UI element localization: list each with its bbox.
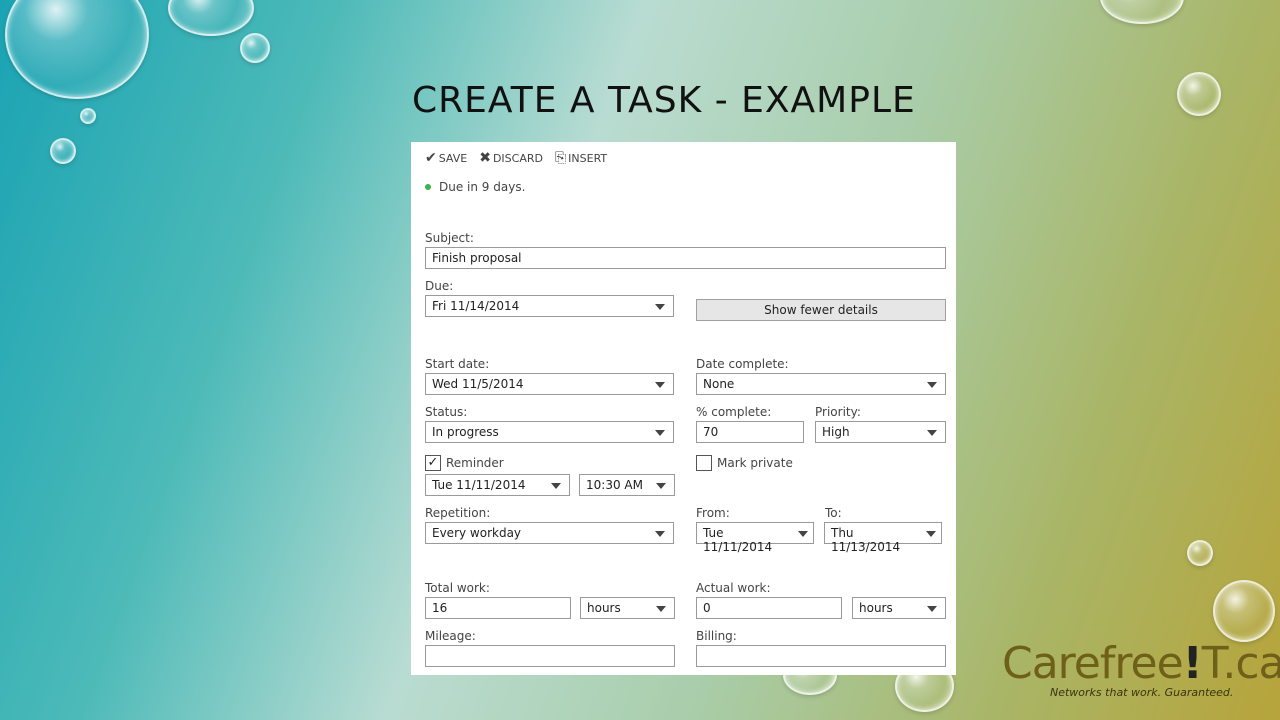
toolbar: ✔ SAVE ✖ DISCARD ⎘ INSERT [425,150,607,166]
chevron-down-icon [551,483,561,489]
total-work-unit-value: hours [587,601,621,615]
total-work-unit-select[interactable]: hours [580,597,675,619]
actual-work-unit-value: hours [859,601,893,615]
slide-title: CREATE A TASK - EXAMPLE [412,80,916,121]
start-date-value: Wed 11/5/2014 [432,377,524,391]
insert-label: INSERT [568,151,608,165]
repetition-label: Repetition: [425,506,491,520]
bubble-decoration [1187,540,1213,566]
to-label: To: [825,506,842,520]
to-date-select[interactable]: Thu 11/13/2014 [824,522,942,554]
reminder-time-select[interactable]: 10:30 AM [579,474,675,496]
chevron-down-icon [655,531,665,537]
percent-complete-label: % complete: [696,405,772,419]
x-icon: ✖ [479,150,491,166]
chevron-down-icon [655,430,665,436]
due-status-text: Due in 9 days. [439,180,526,194]
bubble-decoration [80,108,96,124]
bubble-decoration [168,0,254,36]
due-date-select[interactable]: Fri 11/14/2014 [425,295,674,317]
due-label: Due: [425,279,454,293]
reminder-date-value: Tue 11/11/2014 [432,478,526,492]
chevron-down-icon [926,531,936,537]
bubble-decoration [50,138,76,164]
start-date-label: Start date: [425,357,490,371]
priority-select[interactable]: High [815,421,946,443]
to-date-value: Thu 11/13/2014 [831,526,901,554]
date-complete-label: Date complete: [696,357,789,371]
reminder-time-value: 10:30 AM [586,478,643,492]
status-label: Status: [425,405,468,419]
actual-work-unit-select[interactable]: hours [852,597,946,619]
chevron-down-icon [656,606,666,612]
mark-private-checkbox[interactable] [696,455,712,471]
mileage-label: Mileage: [425,629,476,643]
from-date-value: Tue 11/11/2014 [703,526,773,554]
date-complete-value: None [703,377,735,391]
chevron-down-icon [655,382,665,388]
repetition-value: Every workday [432,526,522,540]
green-dot-icon [425,184,431,190]
repetition-select[interactable]: Every workday [425,522,674,544]
subject-label: Subject: [425,231,474,245]
priority-value: High [822,425,850,439]
total-work-input[interactable]: 16 [425,597,571,619]
status-select[interactable]: In progress [425,421,674,443]
checkmark-icon: ✔ [425,150,437,166]
bubble-decoration [5,0,149,99]
logo-wordmark: Carefree!T.ca [1002,638,1280,689]
save-label: SAVE [438,151,468,165]
percent-complete-input[interactable]: 70 [696,421,804,443]
show-fewer-details-button[interactable]: Show fewer details [696,299,946,321]
total-work-label: Total work: [425,581,490,595]
company-logo: Carefree!T.ca Networks that work. Guaran… [1002,638,1280,700]
chevron-down-icon [927,382,937,388]
status-value: In progress [432,425,499,439]
task-form-panel: ✔ SAVE ✖ DISCARD ⎘ INSERT Due in 9 days.… [411,142,956,675]
actual-work-input[interactable]: 0 [696,597,842,619]
chevron-down-icon [656,483,666,489]
reminder-date-select[interactable]: Tue 11/11/2014 [425,474,570,496]
bubble-decoration [1213,580,1275,642]
due-date-value: Fri 11/14/2014 [432,299,520,313]
start-date-select[interactable]: Wed 11/5/2014 [425,373,674,395]
paperclip-icon: ⎘ [554,150,567,166]
reminder-checkbox[interactable]: ✓ [425,455,441,471]
chevron-down-icon [655,304,665,310]
chevron-down-icon [927,430,937,436]
billing-label: Billing: [696,629,737,643]
billing-input[interactable] [696,645,946,667]
save-button[interactable]: ✔ SAVE [425,150,467,166]
insert-button[interactable]: ⎘ INSERT [555,150,607,166]
from-date-select[interactable]: Tue 11/11/2014 [696,522,814,554]
due-status-note: Due in 9 days. [425,180,525,194]
chevron-down-icon [798,531,808,537]
actual-work-label: Actual work: [696,581,771,595]
subject-input[interactable]: Finish proposal [425,247,946,269]
reminder-label: Reminder [446,456,504,470]
priority-label: Priority: [815,405,861,419]
checkmark-icon: ✓ [427,455,439,470]
chevron-down-icon [927,606,937,612]
from-label: From: [696,506,730,520]
mark-private-label: Mark private [717,456,793,470]
discard-button[interactable]: ✖ DISCARD [479,150,543,166]
date-complete-select[interactable]: None [696,373,946,395]
discard-label: DISCARD [492,151,543,165]
bubble-decoration [1177,72,1221,116]
mileage-input[interactable] [425,645,675,667]
bubble-decoration [240,33,270,63]
bubble-decoration [1100,0,1184,24]
